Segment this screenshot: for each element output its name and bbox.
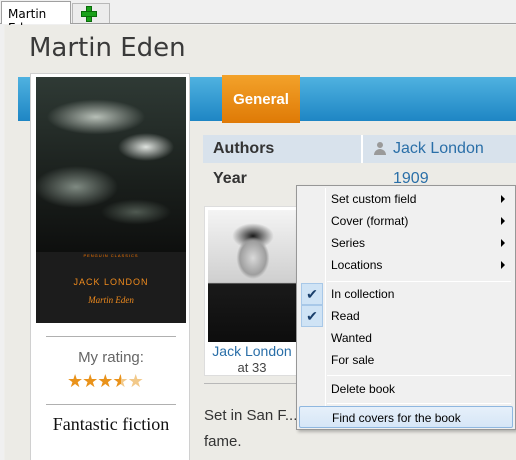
menu-separator <box>327 281 511 282</box>
context-menu: Set custom field Cover (format) Series L… <box>296 185 516 430</box>
menu-separator <box>327 375 511 376</box>
star-icon[interactable]: ★ <box>112 371 128 391</box>
author-name[interactable]: Jack London <box>205 343 299 359</box>
divider <box>204 383 304 384</box>
menu-item-label: Series <box>331 236 366 250</box>
shelf-label: Fantastic fiction <box>52 414 170 434</box>
tab-strip: Martin Eden <box>0 0 516 35</box>
menu-item-find-covers[interactable]: Find covers for the book <box>299 406 513 428</box>
menu-item-label: For sale <box>331 353 375 367</box>
year-label: Year <box>213 170 247 187</box>
author-link[interactable]: Jack London <box>393 140 484 158</box>
author-age: at 33 <box>237 360 267 375</box>
menu-item-wanted[interactable]: Wanted <box>299 327 513 349</box>
book-card: PENGUIN CLASSICS JACK LONDON Martin Eden… <box>30 73 190 460</box>
menu-item-locations[interactable]: Locations <box>299 254 513 276</box>
add-tab-button[interactable] <box>72 3 110 23</box>
cover-title: Martin Eden <box>88 295 134 305</box>
checkmark-icon: ✔ <box>301 305 323 327</box>
menu-item-label: Set custom field <box>331 192 417 206</box>
submenu-arrow-icon <box>501 239 505 247</box>
rating-stars[interactable]: ★★★★★ <box>67 371 144 392</box>
tab-general[interactable]: General <box>222 75 300 123</box>
menu-item-set-custom-field[interactable]: Set custom field <box>299 188 513 210</box>
checkmark-icon: ✔ <box>301 283 323 305</box>
menu-item-in-collection[interactable]: ✔ In collection <box>299 283 513 305</box>
star-icon[interactable]: ★ <box>82 371 98 391</box>
menu-item-delete-book[interactable]: Delete book <box>299 378 513 400</box>
rating-label: My rating: <box>78 349 144 366</box>
star-icon[interactable]: ★ <box>128 371 144 391</box>
divider <box>46 404 176 405</box>
menu-item-label: Read <box>331 309 360 323</box>
page-title: Martin Eden <box>29 33 186 63</box>
author-photo-card[interactable]: Jack London at 33 <box>204 206 300 376</box>
submenu-arrow-icon <box>501 195 505 203</box>
book-cover[interactable]: PENGUIN CLASSICS JACK LONDON Martin Eden <box>36 77 186 323</box>
submenu-arrow-icon <box>501 261 505 269</box>
menu-item-label: Wanted <box>331 331 372 345</box>
star-icon[interactable]: ★ <box>97 371 113 391</box>
menu-item-label: Delete book <box>331 382 396 396</box>
submenu-arrow-icon <box>501 217 505 225</box>
star-icon[interactable]: ★ <box>67 371 83 391</box>
plus-icon <box>81 6 97 22</box>
cover-publisher-line: PENGUIN CLASSICS <box>83 253 139 258</box>
menu-separator <box>327 403 511 404</box>
person-icon <box>373 142 387 156</box>
cover-author: JACK LONDON <box>73 277 149 287</box>
authors-row: Authors Jack London <box>203 135 516 163</box>
menu-item-label: In collection <box>331 287 395 301</box>
menu-item-for-sale[interactable]: For sale <box>299 349 513 371</box>
menu-item-read[interactable]: ✔ Read <box>299 305 513 327</box>
menu-item-series[interactable]: Series <box>299 232 513 254</box>
divider <box>361 135 363 163</box>
menu-item-label: Locations <box>331 258 383 272</box>
tab-martin-eden[interactable]: Martin Eden <box>1 1 71 35</box>
divider <box>46 336 176 337</box>
menu-item-label: Cover (format) <box>331 214 409 228</box>
author-photo <box>208 210 298 342</box>
cover-painting <box>36 77 186 252</box>
menu-item-cover-format[interactable]: Cover (format) <box>299 210 513 232</box>
menu-item-label: Find covers for the book <box>332 411 461 425</box>
authors-label: Authors <box>213 140 275 157</box>
